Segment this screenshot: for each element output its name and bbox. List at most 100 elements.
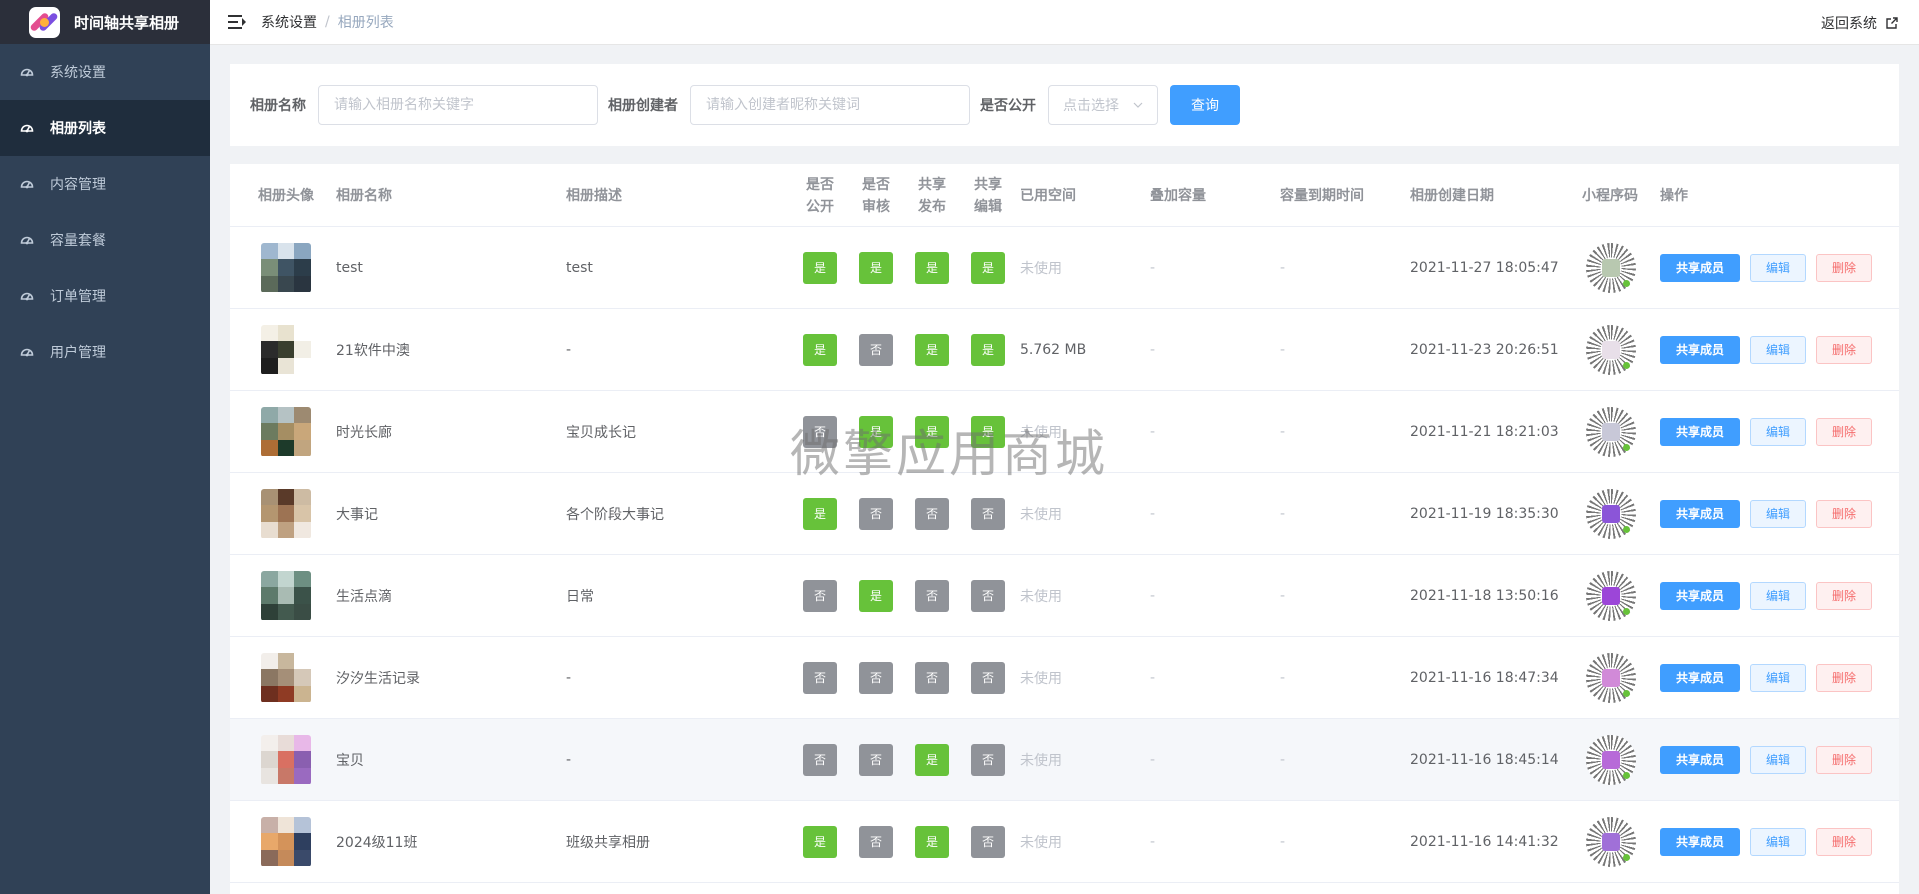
- external-link-icon: [1886, 16, 1898, 29]
- mini-program-qr-code[interactable]: [1586, 570, 1636, 621]
- album-avatar[interactable]: [261, 406, 311, 457]
- col-share-publish: 共享 发布: [904, 164, 960, 227]
- delete-button[interactable]: 删除: [1816, 581, 1872, 610]
- table-row: 宝贝 - 否否是否未使用 - -2021-11-16 18:45:14 共享成员 编辑 删除: [230, 719, 1899, 801]
- created-date: 2021-11-23 20:26:51: [1410, 341, 1559, 358]
- share-members-button[interactable]: 共享成员: [1660, 827, 1740, 856]
- delete-button[interactable]: 删除: [1816, 335, 1872, 364]
- edit-button[interactable]: 编辑: [1750, 663, 1806, 692]
- sidebar-item-2[interactable]: 内容管理: [0, 156, 210, 212]
- review-cell: 否: [848, 473, 904, 554]
- actions-cell: 共享成员 编辑 删除: [1660, 309, 1872, 390]
- is-public-label: 是否公开: [980, 98, 1036, 114]
- created-date: 2021-11-19 18:35:30: [1410, 505, 1559, 522]
- col-share-publish-line2: 发布: [918, 198, 946, 215]
- col-created-date: 相册创建日期: [1410, 187, 1494, 204]
- actions-cell: 共享成员 编辑 删除: [1660, 555, 1872, 636]
- album-creator-input[interactable]: [690, 85, 970, 125]
- mini-program-qr-code[interactable]: [1586, 652, 1636, 703]
- extra-capacity: -: [1150, 505, 1156, 522]
- col-avatar: 相册头像: [258, 187, 314, 204]
- edit-button[interactable]: 编辑: [1750, 417, 1806, 446]
- album-avatar[interactable]: [261, 324, 311, 375]
- share-members-button[interactable]: 共享成员: [1660, 335, 1740, 364]
- sidebar-item-3[interactable]: 容量套餐: [0, 212, 210, 268]
- delete-button[interactable]: 删除: [1816, 827, 1872, 856]
- breadcrumb: 系统设置 / 相册列表: [261, 12, 394, 32]
- album-name-input[interactable]: [318, 85, 598, 125]
- sidebar: 时间轴共享相册 系统设置 相册列表内容管理容量套餐订单管理用户管理: [0, 0, 210, 894]
- used-space: 未使用: [1020, 424, 1062, 441]
- col-extra-capacity: 叠加容量: [1150, 187, 1206, 204]
- edit-button[interactable]: 编辑: [1750, 581, 1806, 610]
- sidebar-item-0[interactable]: 系统设置: [0, 44, 210, 100]
- edit-button[interactable]: 编辑: [1750, 335, 1806, 364]
- mini-program-qr-code[interactable]: [1586, 488, 1636, 539]
- share-members-button[interactable]: 共享成员: [1660, 745, 1740, 774]
- breadcrumb-item-system-settings[interactable]: 系统设置: [261, 12, 317, 32]
- return-system-label: 返回系统: [1821, 15, 1877, 32]
- review-tag: 是: [859, 251, 893, 284]
- hamburger-icon[interactable]: [228, 14, 246, 30]
- mini-program-qr-code[interactable]: [1586, 734, 1636, 785]
- share-members-button[interactable]: 共享成员: [1660, 581, 1740, 610]
- dashboard-icon: [20, 292, 34, 301]
- edit-button[interactable]: 编辑: [1750, 827, 1806, 856]
- col-capacity-expire: 容量到期时间: [1280, 187, 1364, 204]
- table-body: test test 是是是是未使用 - -2021-11-27 18:05:47 共享成员…: [230, 227, 1899, 883]
- mini-program-qr-code[interactable]: [1586, 406, 1636, 457]
- review-cell: 否: [848, 719, 904, 800]
- edit-button[interactable]: 编辑: [1750, 745, 1806, 774]
- share-members-button[interactable]: 共享成员: [1660, 253, 1740, 282]
- share-members-button[interactable]: 共享成员: [1660, 417, 1740, 446]
- col-share-edit-line2: 编辑: [974, 198, 1002, 215]
- mini-program-qr-code[interactable]: [1586, 324, 1636, 375]
- query-button[interactable]: 查询: [1170, 85, 1240, 125]
- extra-capacity: -: [1150, 751, 1156, 768]
- share-pub-tag: 是: [915, 415, 949, 448]
- mini-program-qr-code[interactable]: [1586, 816, 1636, 867]
- album-avatar[interactable]: [261, 652, 311, 703]
- qr-code-cell: [1586, 391, 1636, 472]
- album-desc: -: [566, 341, 572, 358]
- extra-capacity: -: [1150, 587, 1156, 604]
- public-tag: 否: [803, 661, 837, 694]
- share-members-button[interactable]: 共享成员: [1660, 499, 1740, 528]
- share-edit-tag: 否: [971, 743, 1005, 776]
- sidebar-item-label: 内容管理: [50, 177, 106, 193]
- public-cell: 否: [792, 555, 848, 636]
- album-avatar-cell: [261, 391, 311, 472]
- qr-code-cell: [1586, 309, 1636, 390]
- used-space: 未使用: [1020, 260, 1062, 277]
- album-avatar[interactable]: [261, 488, 311, 539]
- album-avatar[interactable]: [261, 734, 311, 785]
- is-public-select[interactable]: 点击选择: [1048, 85, 1158, 125]
- sidebar-item-label: 容量套餐: [50, 233, 106, 249]
- sidebar-item-label: 订单管理: [50, 289, 106, 305]
- delete-button[interactable]: 删除: [1816, 663, 1872, 692]
- edit-button[interactable]: 编辑: [1750, 253, 1806, 282]
- album-avatar[interactable]: [261, 816, 311, 867]
- album-avatar[interactable]: [261, 570, 311, 621]
- share-pub-tag: 否: [915, 497, 949, 530]
- album-avatar[interactable]: [261, 242, 311, 293]
- sidebar-item-5[interactable]: 用户管理: [0, 324, 210, 380]
- sidebar-item-1[interactable]: 相册列表: [0, 100, 210, 156]
- sidebar-item-4[interactable]: 订单管理: [0, 268, 210, 324]
- album-avatar-cell: [261, 719, 311, 800]
- delete-button[interactable]: 删除: [1816, 417, 1872, 446]
- brand[interactable]: 时间轴共享相册: [0, 0, 210, 44]
- edit-button[interactable]: 编辑: [1750, 499, 1806, 528]
- qr-code-cell: [1586, 227, 1636, 308]
- delete-button[interactable]: 删除: [1816, 499, 1872, 528]
- review-tag: 否: [859, 333, 893, 366]
- mini-program-qr-code[interactable]: [1586, 242, 1636, 293]
- delete-button[interactable]: 删除: [1816, 745, 1872, 774]
- return-system-link[interactable]: 返回系统: [1821, 0, 1899, 45]
- actions-cell: 共享成员 编辑 删除: [1660, 719, 1872, 800]
- public-tag: 否: [803, 743, 837, 776]
- share-edit-tag: 是: [971, 333, 1005, 366]
- share-members-button[interactable]: 共享成员: [1660, 663, 1740, 692]
- album-desc: 日常: [566, 588, 594, 605]
- delete-button[interactable]: 删除: [1816, 253, 1872, 282]
